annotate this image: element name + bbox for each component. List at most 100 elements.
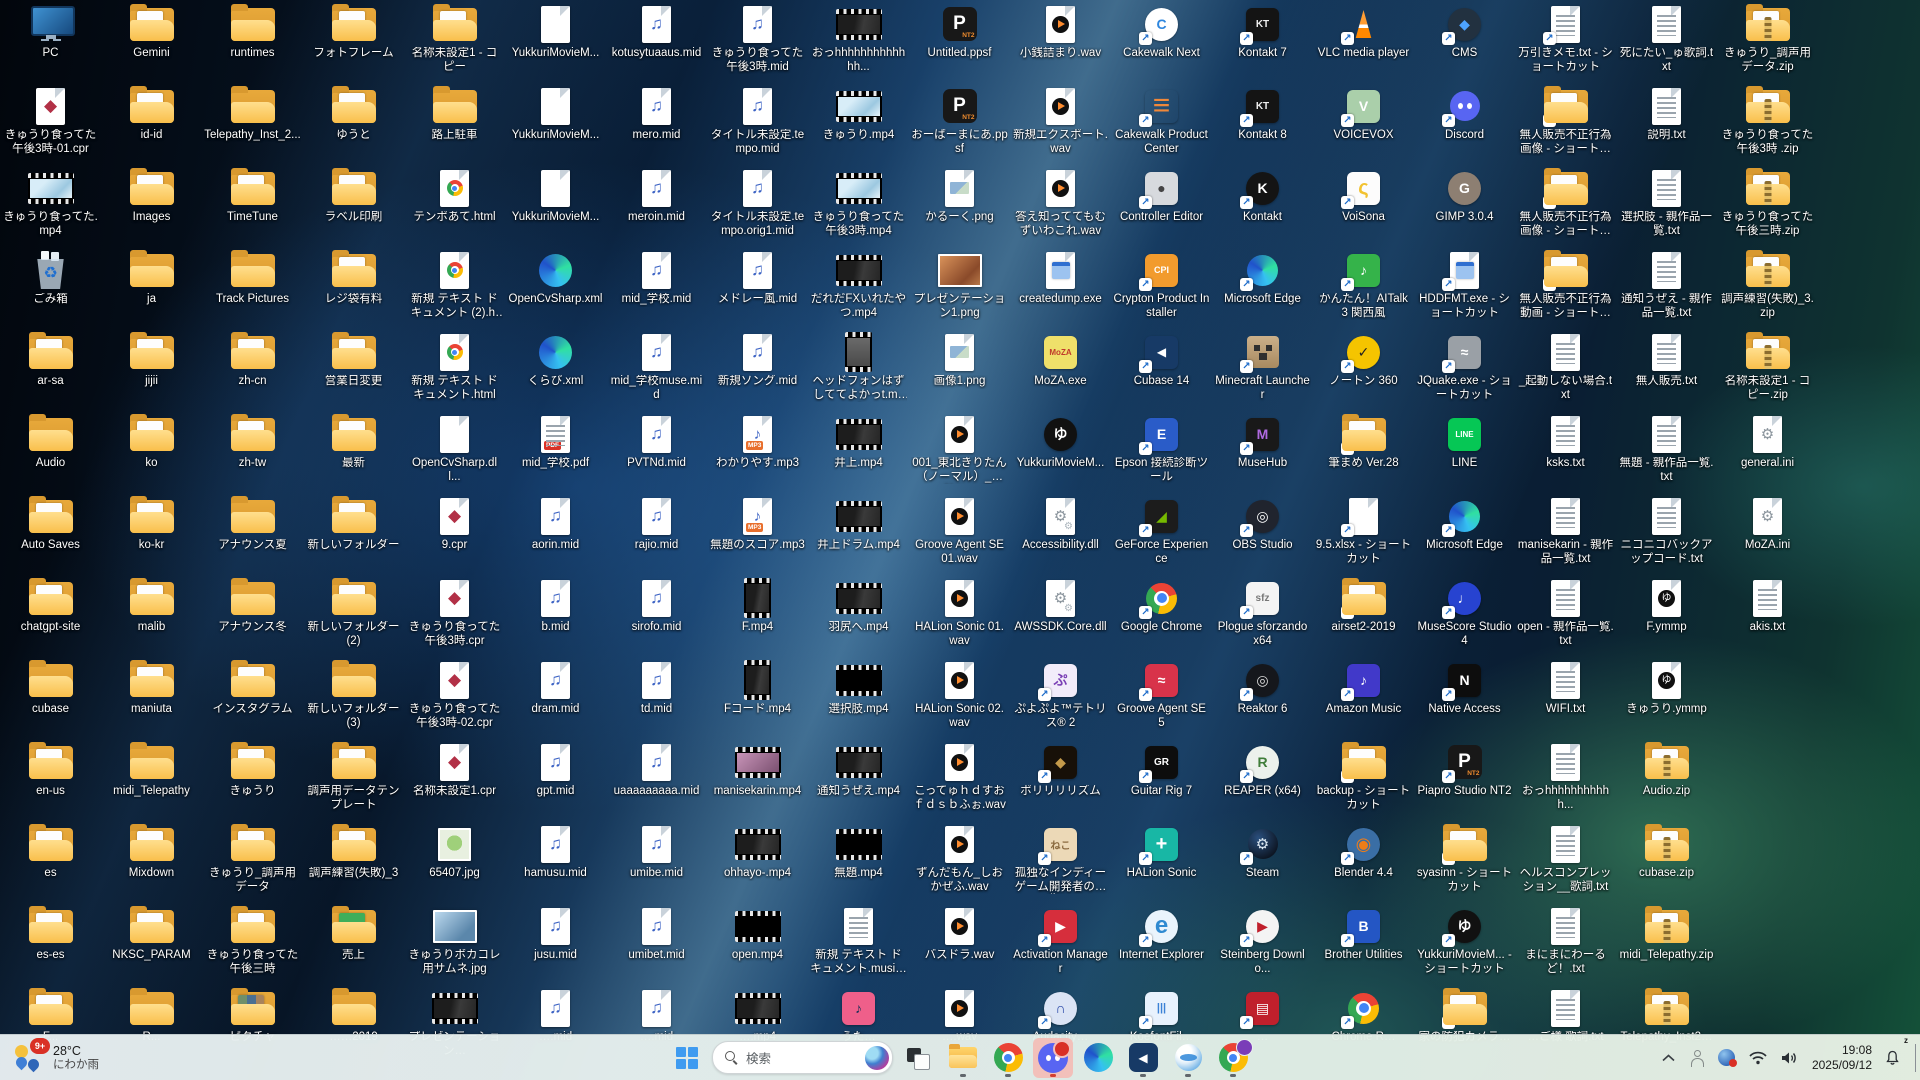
- desktop-icon[interactable]: ↗無人販売不正行為画像 - ショートカット: [1517, 167, 1614, 238]
- desktop-icon[interactable]: YukkuriMovieM...: [507, 167, 604, 225]
- desktop-icon[interactable]: id-id: [103, 85, 200, 143]
- desktop-icon[interactable]: Auto Saves: [2, 495, 99, 553]
- desktop-icon[interactable]: きゅうり食ってた午後3時 .zip: [1719, 85, 1816, 156]
- desktop-icon[interactable]: ♫ sirofo.mid: [608, 577, 705, 635]
- desktop-icon[interactable]: 井上ドラム.mp4: [810, 495, 907, 553]
- desktop-icon[interactable]: malib: [103, 577, 200, 635]
- desktop-icon[interactable]: 営業日変更: [305, 331, 402, 389]
- desktop-icon[interactable]: ◆ きゅうり食ってた午後3時.cpr: [406, 577, 503, 648]
- desktop-icon[interactable]: MoZA MoZA.exe: [1012, 331, 1109, 389]
- desktop-icon[interactable]: V ↗ VOICEVOX: [1315, 85, 1412, 143]
- desktop-icon[interactable]: ↗airset2-2019: [1315, 577, 1412, 635]
- desktop-icon[interactable]: YukkuriMovieM...: [507, 3, 604, 61]
- search-box[interactable]: 検索: [712, 1041, 893, 1074]
- desktop-icon[interactable]: ◆ 名称未設定1.cpr: [406, 741, 503, 799]
- desktop-icon[interactable]: 答え知っててもむずいわこれ.wav: [1012, 167, 1109, 238]
- desktop-icon[interactable]: アナウンス夏: [204, 495, 301, 553]
- desktop-icon[interactable]: KT ↗ Kontakt 7: [1214, 3, 1311, 61]
- desktop-icon[interactable]: WIFI.txt: [1517, 659, 1614, 717]
- desktop-icon[interactable]: PDF mid_学校.pdf: [507, 413, 604, 471]
- desktop-icon[interactable]: レジ袋有料: [305, 249, 402, 307]
- start-button[interactable]: [667, 1038, 707, 1078]
- desktop-icon[interactable]: ♫ メドレー風.mid: [709, 249, 806, 307]
- taskbar-app-file-explorer[interactable]: [943, 1038, 983, 1078]
- desktop-icon[interactable]: ♫ 新規ソング.mid: [709, 331, 806, 389]
- desktop-icon[interactable]: akis.txt: [1719, 577, 1816, 635]
- weather-widget[interactable]: 9+ 28°C にわか雨: [6, 1035, 107, 1080]
- desktop-icon[interactable]: ♫ rajio.mid: [608, 495, 705, 553]
- tray-overflow-chevron-icon[interactable]: [1657, 1040, 1680, 1076]
- desktop-icon[interactable]: ⚙ MoZA.ini: [1719, 495, 1816, 553]
- desktop-icon[interactable]: ぷ ↗ ぷよぷよ™テトリス® 2: [1012, 659, 1109, 730]
- desktop-icon[interactable]: インスタグラム: [204, 659, 301, 717]
- desktop-icon[interactable]: ♫ タイトル未設定.tempo.orig1.mid: [709, 167, 806, 238]
- desktop-icon[interactable]: ≈ ↗ JQuake.exe - ショートカット: [1416, 331, 1513, 402]
- desktop-icon[interactable]: 無題.mp4: [810, 823, 907, 881]
- desktop-icon[interactable]: ♫ uaaaaaaaaa.mid: [608, 741, 705, 799]
- desktop-icon[interactable]: CPI ↗ Crypton Product Installer: [1113, 249, 1210, 320]
- desktop-icon[interactable]: 新しいフォルダー (2): [305, 577, 402, 648]
- desktop-icon[interactable]: 小銭詰まり.wav: [1012, 3, 1109, 61]
- desktop-icon[interactable]: きゅうり食ってた.mp4: [2, 167, 99, 238]
- desktop-icon[interactable]: ↗ Discord: [1416, 85, 1513, 143]
- desktop-icon[interactable]: ▶ ↗ Steinberg Downlo...: [1214, 905, 1311, 976]
- desktop-icon[interactable]: OpenCvSharp.xml: [507, 249, 604, 307]
- desktop-icon[interactable]: ♫ mid_学校.mid: [608, 249, 705, 307]
- desktop-icon[interactable]: ↗ VLC media player: [1315, 3, 1412, 61]
- desktop-icon[interactable]: ずんだもん_しおかぜふ.wav: [911, 823, 1008, 894]
- desktop-icon[interactable]: YukkuriMovieM...: [507, 85, 604, 143]
- desktop-icon[interactable]: ♫ aorin.mid: [507, 495, 604, 553]
- desktop-icon[interactable]: 65407.jpg: [406, 823, 503, 881]
- desktop-icon[interactable]: ゆきゅうり.ymmp: [1618, 659, 1715, 717]
- desktop-icon[interactable]: ♫ きゅうり食ってた午後3時.mid: [709, 3, 806, 74]
- desktop-icon[interactable]: ko-kr: [103, 495, 200, 553]
- notification-bell-icon[interactable]: z: [1880, 1036, 1908, 1076]
- desktop-icon[interactable]: おっhhhhhhhhhhhhh...: [810, 3, 907, 74]
- desktop-icon[interactable]: おっhhhhhhhhhhh...: [1517, 741, 1614, 812]
- desktop-icon[interactable]: ↗ Minecraft Launcher: [1214, 331, 1311, 402]
- desktop-icon[interactable]: cubase: [2, 659, 99, 717]
- desktop-icon[interactable]: C ↗ Cakewalk Next: [1113, 3, 1210, 61]
- desktop-icon[interactable]: HALion Sonic 01.wav: [911, 577, 1008, 648]
- desktop-icon[interactable]: ● ↗ Controller Editor: [1113, 167, 1210, 225]
- desktop-icon[interactable]: P NT2 Untitled.ppsf: [911, 3, 1008, 61]
- desktop-icon[interactable]: こってゅｈｄすおｆｄｓｂふぉ.wav: [911, 741, 1008, 812]
- wifi-icon[interactable]: [1744, 1040, 1772, 1076]
- desktop-icon[interactable]: ↗無人販売不正行為画像 - ショートカッ...: [1517, 85, 1614, 156]
- desktop-icon[interactable]: HALion Sonic 02.wav: [911, 659, 1008, 730]
- taskbar-app-task-view[interactable]: [898, 1038, 938, 1078]
- desktop-icon[interactable]: 路上駐車: [406, 85, 503, 143]
- desktop-icon[interactable]: _起動しない場合.txt: [1517, 331, 1614, 402]
- desktop-icon[interactable]: ◉ ↗ Blender 4.4: [1315, 823, 1412, 881]
- desktop-icon[interactable]: Fコード.mp4: [709, 659, 806, 717]
- desktop-icon[interactable]: 最新: [305, 413, 402, 471]
- desktop-icon[interactable]: ♪ ↗ Amazon Music: [1315, 659, 1412, 717]
- desktop-icon[interactable]: ヘッドフォンはずしててよかっt.mp4: [810, 331, 907, 402]
- desktop-icon[interactable]: 新規 テキスト ドキュメント.musicxml: [810, 905, 907, 976]
- desktop-icon[interactable]: 通知うぜえ.mp4: [810, 741, 907, 799]
- desktop-icon[interactable]: きゅうり食ってた午後三時.zip: [1719, 167, 1816, 238]
- desktop-icon[interactable]: ◆ 9.cpr: [406, 495, 503, 553]
- desktop-icon[interactable]: ねこ↗孤独なインディーゲーム開発者の一生 ...: [1012, 823, 1109, 894]
- desktop-icon[interactable]: きゅうり: [204, 741, 301, 799]
- desktop-icon[interactable]: 説明.txt: [1618, 85, 1715, 143]
- desktop-icon[interactable]: 新しいフォルダー (3): [305, 659, 402, 730]
- desktop-icon[interactable]: zh-cn: [204, 331, 301, 389]
- desktop-icon[interactable]: N ↗ Native Access: [1416, 659, 1513, 717]
- desktop-icon[interactable]: 名称未設定1 - コピー.zip: [1719, 331, 1816, 402]
- desktop-icon[interactable]: 調声練習(失敗)_3: [305, 823, 402, 881]
- desktop-icon[interactable]: ♪ MP3 わかりやす.mp3: [709, 413, 806, 471]
- desktop-icon[interactable]: B ↗ Brother Utilities: [1315, 905, 1412, 963]
- desktop-icon[interactable]: P NT2 ↗ Piapro Studio NT2: [1416, 741, 1513, 799]
- desktop-icon[interactable]: ♫ hamusu.mid: [507, 823, 604, 881]
- desktop-icon[interactable]: PC: [2, 3, 99, 61]
- desktop-icon[interactable]: open.mp4: [709, 905, 806, 963]
- desktop-icon[interactable]: ◀ ↗ Cubase 14: [1113, 331, 1210, 389]
- desktop-icon[interactable]: ς ↗ VoiSona: [1315, 167, 1412, 225]
- desktop-icon[interactable]: P NT2 おーばーまにあ.ppsf: [911, 85, 1008, 156]
- desktop-icon[interactable]: ≈ ↗ Groove Agent SE 5: [1113, 659, 1210, 730]
- taskbar-app-chrome-profile[interactable]: [1213, 1038, 1253, 1078]
- desktop-icon[interactable]: 選択肢 - 親作品一覧.txt: [1618, 167, 1715, 238]
- desktop-icon[interactable]: TimeTune: [204, 167, 301, 225]
- taskbar-app-audio-app[interactable]: [1168, 1038, 1208, 1078]
